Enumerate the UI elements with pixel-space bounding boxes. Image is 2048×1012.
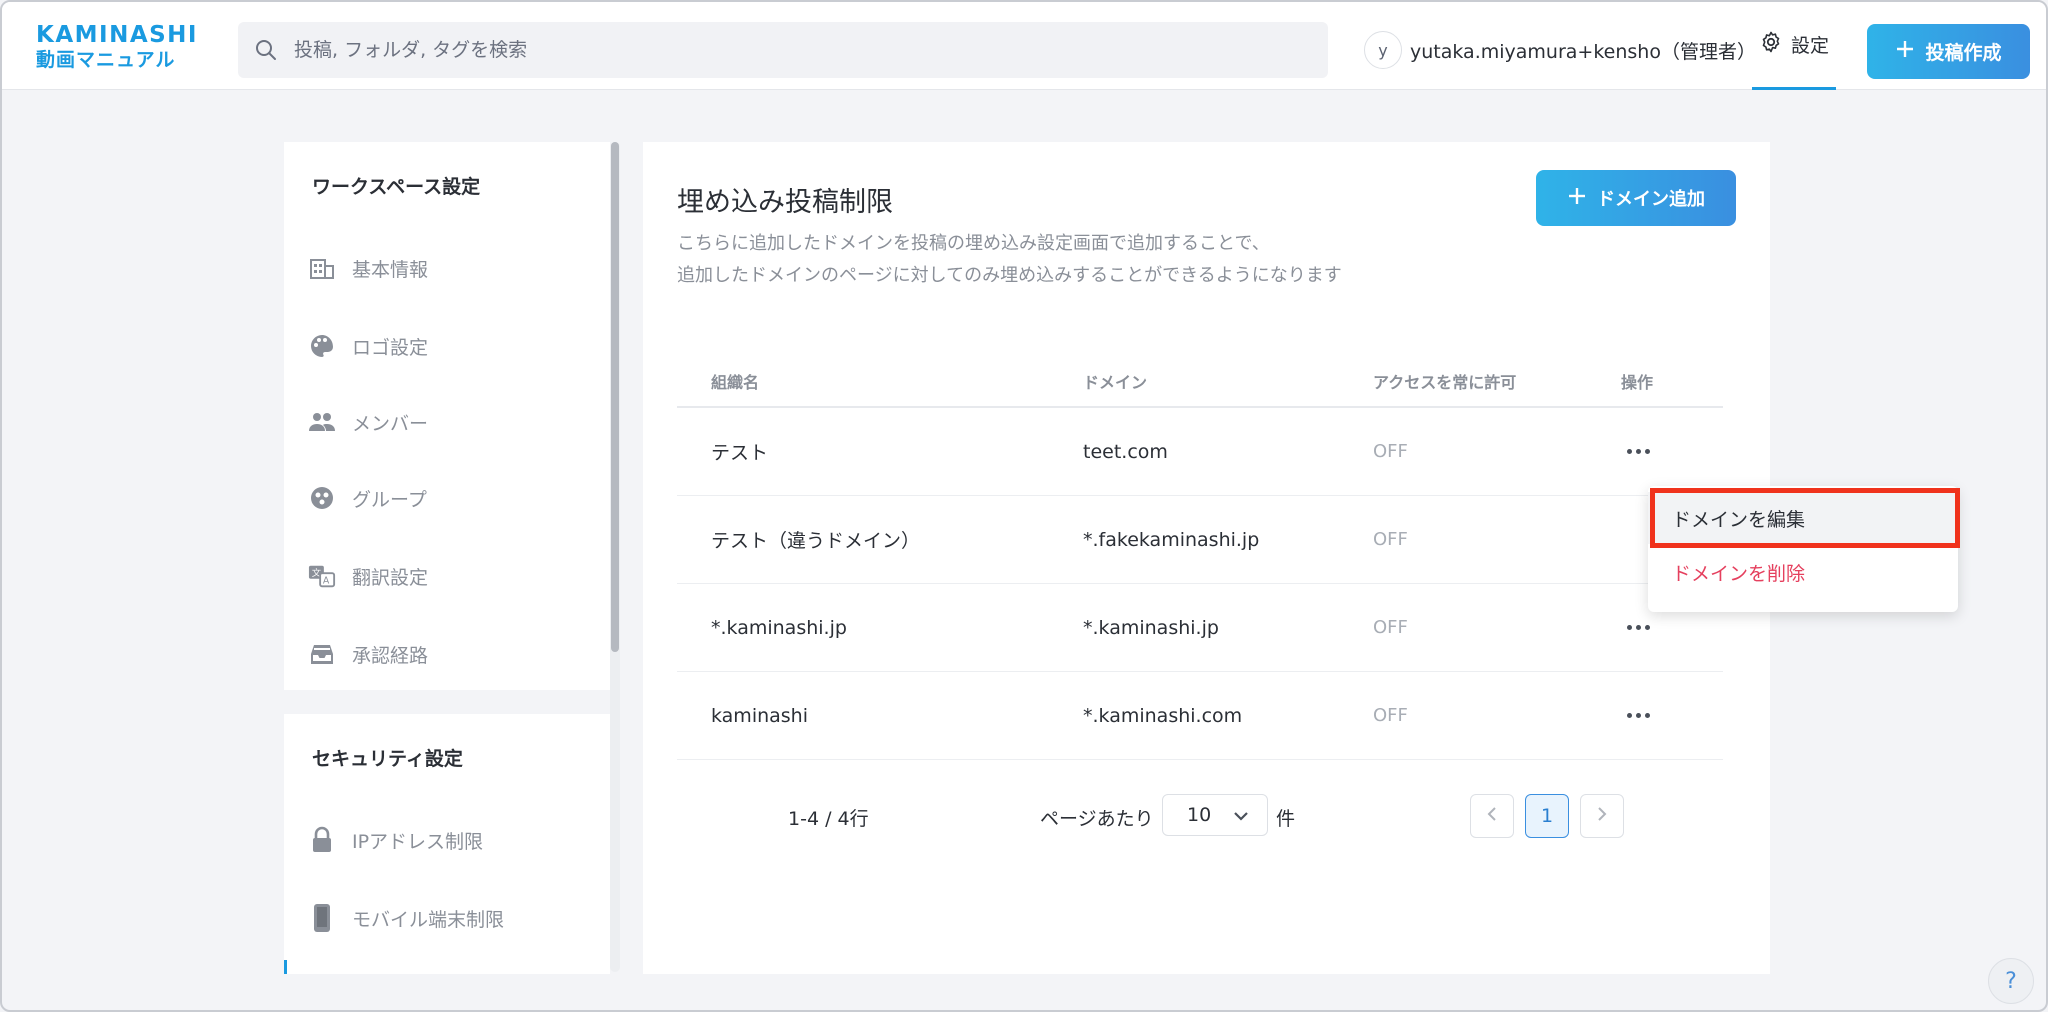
top-header: KAMINASHI 動画マニュアル y yutaka.miyamura+kens… [2, 2, 2046, 90]
org-name-cell: テスト（違うドメイン） [711, 530, 921, 552]
logo-wordmark: KAMINASHI [36, 22, 198, 48]
domain-cell: *.kaminashi.jp [1083, 616, 1219, 639]
sidebar-item-logo[interactable]: ロゴ設定 [308, 326, 598, 366]
highlight-box [1650, 488, 1960, 548]
chevron-left-icon [1487, 806, 1497, 826]
description-line-1: こちらに追加したドメインを投稿の埋め込み設定画面で追加することで、 [677, 233, 1270, 254]
page-title: 埋め込み投稿制限 [677, 187, 893, 218]
page-button-1[interactable]: 1 [1525, 794, 1569, 838]
domain-cell: *.fakekaminashi.jp [1083, 528, 1260, 551]
actions-cell [1621, 616, 1723, 640]
actions-cell [1621, 440, 1723, 464]
row-range: 1-4 / 4行 [788, 808, 869, 830]
next-page-button[interactable] [1580, 794, 1624, 838]
plus-icon [1567, 186, 1587, 211]
logo[interactable]: KAMINASHI 動画マニュアル [36, 22, 206, 72]
sidebar-item-basic-info[interactable]: 基本情報 [308, 248, 598, 288]
active-indicator [284, 960, 287, 974]
group-icon [308, 484, 336, 512]
logo-subtitle: 動画マニュアル [36, 49, 176, 71]
translate-icon: 文A [308, 562, 336, 590]
plus-icon [1895, 39, 1915, 64]
sidebar-item-label: モバイル端末制限 [352, 908, 505, 931]
building-icon [308, 254, 336, 282]
mobile-icon [308, 904, 336, 932]
workspace-settings-title: ワークスペース設定 [312, 176, 481, 198]
help-button[interactable]: ? [1988, 958, 2034, 1004]
delete-domain-menu-item[interactable]: ドメインを削除 [1648, 546, 1958, 598]
avatar[interactable]: y [1364, 31, 1402, 69]
domain-cell: *.kaminashi.com [1083, 704, 1243, 727]
table-row: kaminashi *.kaminashi.com OFF [677, 672, 1723, 760]
table-row: テスト（違うドメイン） *.fakekaminashi.jp OFF [677, 496, 1723, 584]
table-row: *.kaminashi.jp *.kaminashi.jp OFF [677, 584, 1723, 672]
app-window: KAMINASHI 動画マニュアル y yutaka.miyamura+kens… [0, 0, 2048, 1012]
security-settings-menu: セキュリティ設定 IPアドレス制限 モバイル端末制限 [284, 714, 610, 974]
org-name-cell: kaminashi [711, 704, 809, 727]
sidebar-item-label: 承認経路 [352, 644, 429, 667]
lock-icon [308, 826, 336, 854]
sidebar-item-members[interactable]: メンバー [308, 402, 598, 442]
prev-page-button[interactable] [1470, 794, 1514, 838]
members-icon [308, 408, 336, 436]
page-description: こちらに追加したドメインを投稿の埋め込み設定画面で追加することで、 追加したドメ… [677, 228, 1342, 292]
column-header-access: アクセスを常に許可 [1373, 373, 1517, 392]
search-icon [238, 22, 294, 78]
create-post-label: 投稿作成 [1925, 42, 2002, 64]
inbox-icon [308, 640, 336, 668]
domain-cell: teet.com [1083, 440, 1168, 463]
settings-label: 設定 [1790, 35, 1829, 57]
actions-cell [1621, 704, 1723, 728]
more-actions-icon[interactable] [1621, 616, 1655, 640]
user-menu[interactable]: y yutaka.miyamura+kensho（管理者） [1364, 30, 1756, 70]
per-page-value: 10 [1187, 804, 1212, 826]
sidebar-item-label: グループ [352, 488, 427, 511]
sidebar-item-label: メンバー [352, 412, 429, 435]
sidebar-item-mobile-restriction[interactable]: モバイル端末制限 [308, 898, 598, 938]
table-header: 組織名 ドメイン アクセスを常に許可 操作 [677, 356, 1723, 408]
org-name-cell: *.kaminashi.jp [711, 616, 847, 639]
sidebar-item-label: ロゴ設定 [352, 336, 429, 359]
access-cell: OFF [1373, 441, 1408, 462]
table-row: テスト teet.com OFF [677, 408, 1723, 496]
sidebar-scrollbar-thumb[interactable] [611, 142, 619, 652]
access-cell: OFF [1373, 529, 1408, 550]
access-cell: OFF [1373, 705, 1408, 726]
workspace-settings-menu: ワークスペース設定 基本情報 ロゴ設定 メンバー グループ 文 A 翻訳設定 承… [284, 142, 610, 690]
search-bar[interactable] [238, 22, 1328, 78]
per-page-unit: 件 [1276, 808, 1296, 830]
gear-icon [1759, 30, 1783, 59]
sidebar-item-translation[interactable]: 文A 翻訳設定 [308, 556, 598, 596]
per-page-label: ページあたり [1040, 808, 1154, 830]
sidebar-item-label: 基本情報 [352, 258, 429, 281]
svg-text:A: A [323, 575, 330, 586]
sidebar-item-groups[interactable]: グループ [308, 478, 598, 518]
security-settings-title: セキュリティ設定 [312, 748, 463, 770]
description-line-2: 追加したドメインのページに対してのみ埋め込みすることができるようになります [677, 265, 1342, 286]
sidebar-item-ip-restriction[interactable]: IPアドレス制限 [308, 820, 598, 860]
chevron-right-icon [1597, 806, 1607, 826]
sidebar-item-label: 翻訳設定 [352, 566, 429, 589]
domain-table: 組織名 ドメイン アクセスを常に許可 操作 テスト teet.com OFF テ… [677, 356, 1723, 760]
search-input[interactable] [294, 39, 1328, 61]
chevron-down-icon [1233, 804, 1249, 826]
add-domain-button[interactable]: ドメイン追加 [1536, 170, 1736, 226]
more-actions-icon[interactable] [1621, 440, 1655, 464]
pagination: 1-4 / 4行 ページあたり 10 件 1 [643, 794, 1770, 838]
more-actions-icon[interactable] [1621, 704, 1655, 728]
column-header-org: 組織名 [711, 373, 760, 392]
column-header-domain: ドメイン [1083, 373, 1148, 392]
settings-tab[interactable]: 設定 [1752, 2, 1836, 90]
access-cell: OFF [1373, 617, 1408, 638]
column-header-actions: 操作 [1621, 373, 1654, 392]
sidebar-item-label: IPアドレス制限 [352, 830, 484, 853]
create-post-button[interactable]: 投稿作成 [1867, 24, 2030, 79]
user-name[interactable]: yutaka.miyamura+kensho（管理者） [1410, 37, 1756, 64]
palette-icon [308, 332, 336, 360]
embed-restriction-panel: 埋め込み投稿制限 こちらに追加したドメインを投稿の埋め込み設定画面で追加すること… [643, 142, 1770, 974]
per-page-select[interactable]: 10 [1162, 794, 1268, 836]
sidebar-item-approval[interactable]: 承認経路 [308, 634, 598, 674]
org-name-cell: テスト [711, 442, 769, 464]
add-domain-label: ドメイン追加 [1597, 189, 1705, 210]
